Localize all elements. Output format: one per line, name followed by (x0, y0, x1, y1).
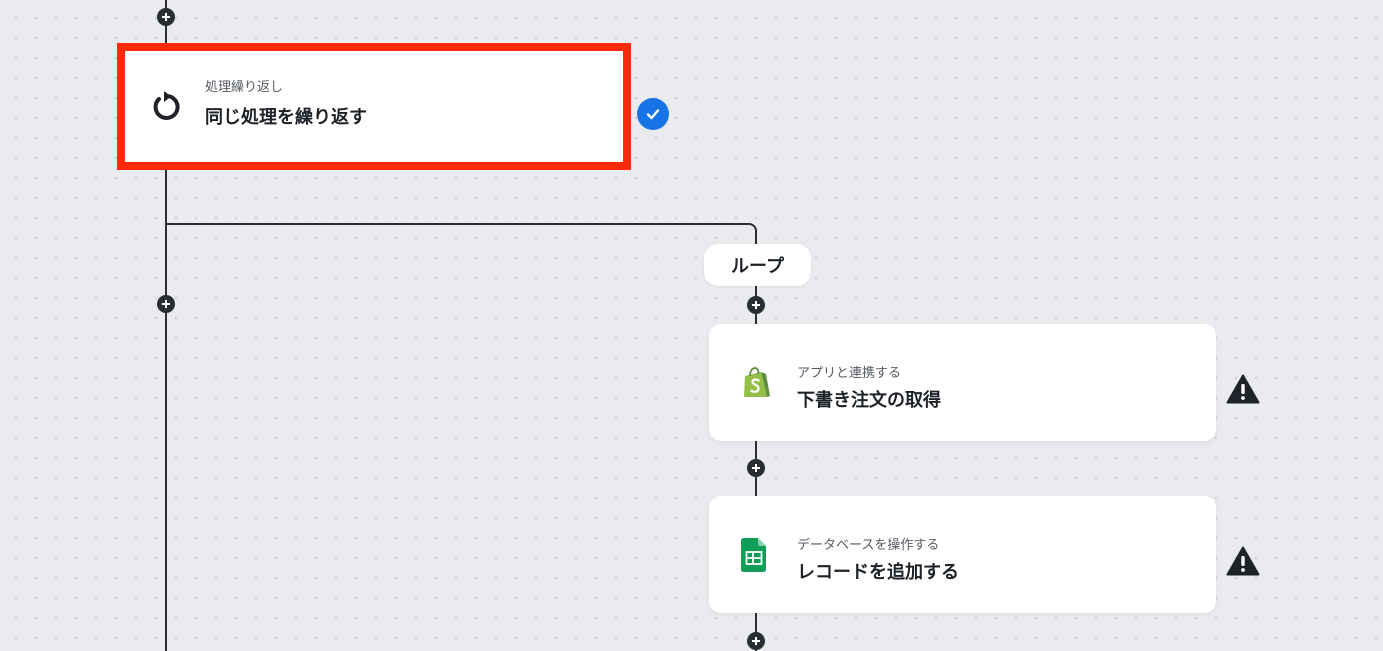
add-step-button[interactable] (747, 459, 765, 477)
step-card-google-sheets[interactable]: データベースを操作する レコードを追加する (709, 496, 1216, 613)
google-sheets-icon (741, 537, 766, 572)
node-kind-label: 処理繰り返し (205, 80, 284, 95)
repeat-process-node[interactable]: 処理繰り返し 同じ処理を繰り返す (117, 43, 631, 170)
step-kind-label: アプリと連携する (797, 366, 902, 381)
step-title: レコードを追加する (797, 562, 959, 583)
check-icon (646, 109, 660, 120)
add-step-button[interactable] (747, 632, 765, 650)
repeat-arrow-icon (153, 90, 180, 120)
warning-icon (1226, 546, 1260, 576)
node-title: 同じ処理を繰り返す (205, 107, 367, 128)
add-step-button[interactable] (747, 296, 765, 314)
shopify-icon (744, 366, 770, 397)
add-step-button[interactable] (157, 295, 175, 313)
step-card-shopify[interactable]: アプリと連携する 下書き注文の取得 (709, 324, 1216, 441)
step-kind-label: データベースを操作する (797, 538, 940, 553)
loop-label[interactable]: ループ (704, 244, 811, 286)
warning-icon (1226, 374, 1260, 404)
step-title: 下書き注文の取得 (797, 390, 941, 411)
completed-check-badge (637, 98, 669, 130)
branch-connector-horizontal (165, 223, 749, 225)
main-connector-line (165, 168, 167, 651)
add-step-button[interactable] (157, 8, 175, 26)
